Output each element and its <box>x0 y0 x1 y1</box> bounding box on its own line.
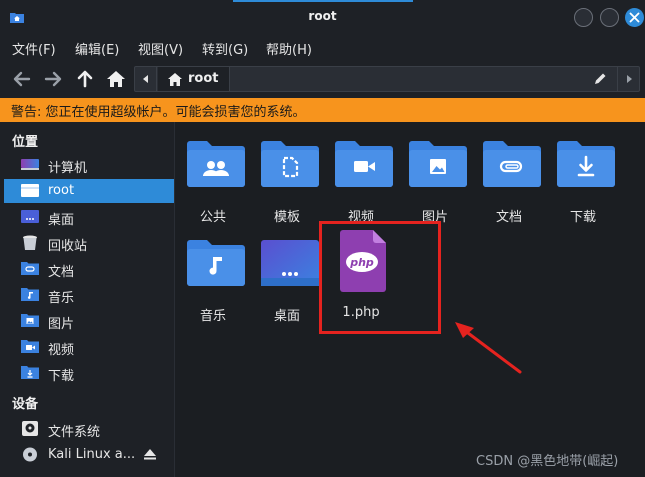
sidebar-item-music[interactable]: 音乐 <box>4 283 174 307</box>
sidebar-item-label: 下载 <box>48 369 75 384</box>
videos-folder-icon <box>21 340 39 353</box>
breadcrumb-root[interactable]: root <box>158 67 230 91</box>
trash-icon <box>23 235 37 250</box>
file-item[interactable]: 桌面 <box>252 226 322 324</box>
videos-folder-icon <box>335 141 393 187</box>
pencil-icon[interactable] <box>593 72 607 86</box>
documents-folder-icon <box>483 141 541 187</box>
sidebar-item-trash[interactable]: 回收站 <box>4 231 174 255</box>
computer-icon <box>21 159 39 170</box>
templates-folder-icon <box>261 141 319 187</box>
pictures-folder-icon <box>21 314 39 327</box>
sidebar-item-label: 视频 <box>48 343 75 358</box>
places-heading: 位置 <box>12 135 39 150</box>
path-bar: root <box>134 66 640 92</box>
file-label: 桌面 <box>273 309 300 324</box>
documents-folder-icon <box>21 262 39 275</box>
pictures-folder-icon <box>409 141 467 187</box>
music-folder-icon <box>21 288 39 301</box>
devices-heading: 设备 <box>12 397 39 412</box>
file-item[interactable]: 图片 <box>400 127 470 225</box>
sidebar-item-label: Kali Linux a... <box>48 447 136 462</box>
path-scroll-left-button[interactable] <box>135 67 157 91</box>
minimize-button[interactable] <box>574 8 593 27</box>
sidebar-item-videos[interactable]: 视频 <box>4 335 174 359</box>
menu-view[interactable]: 视图(V) <box>138 39 183 58</box>
annotation-highlight-box <box>319 221 441 334</box>
sidebar-item-filesystem[interactable]: 文件系统 <box>4 417 174 441</box>
sidebar-item-desktop[interactable]: 桌面 <box>4 205 174 229</box>
watermark: CSDN @黑色地带(崛起) <box>476 454 619 469</box>
desktop-folder-icon <box>261 240 319 286</box>
eject-icon[interactable] <box>144 449 156 460</box>
file-label: 模板 <box>273 210 300 225</box>
close-icon <box>629 12 640 23</box>
title-bar: root <box>0 0 645 34</box>
chevron-right-icon <box>627 75 632 83</box>
optical-disc-icon <box>23 447 37 462</box>
file-label: 下载 <box>569 210 596 225</box>
file-item[interactable]: 视频 <box>326 127 396 225</box>
sidebar: 位置 计算机 root 桌面 回收站 文档 音乐 图片 视频 下载 设备 文件系… <box>0 122 175 477</box>
file-item[interactable]: 音乐 <box>178 226 248 324</box>
sidebar-item-pictures[interactable]: 图片 <box>4 309 174 333</box>
back-arrow-icon[interactable] <box>12 69 32 89</box>
sidebar-item-computer[interactable]: 计算机 <box>4 153 174 177</box>
forward-arrow-icon[interactable] <box>43 69 63 89</box>
sidebar-item-label: 回收站 <box>48 239 88 254</box>
menu-file[interactable]: 文件(F) <box>12 39 56 58</box>
file-item[interactable]: 文档 <box>474 127 544 225</box>
desktop-folder-icon <box>21 210 39 223</box>
sidebar-item-label: root <box>48 183 75 198</box>
sidebar-item-documents[interactable]: 文档 <box>4 257 174 281</box>
sidebar-item-root[interactable]: root <box>4 179 174 203</box>
sidebar-item-label: 计算机 <box>48 161 88 176</box>
downloads-folder-icon <box>21 366 39 379</box>
menu-edit[interactable]: 编辑(E) <box>75 39 119 58</box>
menu-bar: 文件(F) 编辑(E) 视图(V) 转到(G) 帮助(H) <box>0 34 645 60</box>
menu-help[interactable]: 帮助(H) <box>266 39 312 58</box>
breadcrumb-label: root <box>188 71 219 86</box>
sidebar-item-downloads[interactable]: 下载 <box>4 361 174 385</box>
focus-indicator <box>233 0 413 2</box>
file-label: 文档 <box>495 210 522 225</box>
window-title: root <box>308 9 337 23</box>
file-item[interactable]: 公共 <box>178 127 248 225</box>
drive-icon <box>22 421 38 436</box>
home-icon[interactable] <box>106 69 126 89</box>
sidebar-item-label: 音乐 <box>48 291 75 306</box>
path-scroll-right-button[interactable] <box>617 67 639 91</box>
sidebar-item-label: 文件系统 <box>48 425 101 440</box>
downloads-folder-icon <box>557 141 615 187</box>
file-item[interactable]: 模板 <box>252 127 322 225</box>
sidebar-item-label: 图片 <box>48 317 75 332</box>
up-arrow-icon[interactable] <box>75 69 95 89</box>
music-folder-icon <box>187 240 245 286</box>
chevron-left-icon <box>143 75 148 83</box>
close-button[interactable] <box>625 8 644 27</box>
sidebar-item-label: 桌面 <box>48 213 75 228</box>
home-folder-icon <box>21 184 39 197</box>
file-item[interactable]: 下载 <box>548 127 618 225</box>
root-warning-banner: 警告: 您正在使用超级帐户。可能会损害您的系统。 <box>0 98 645 122</box>
maximize-button[interactable] <box>600 8 619 27</box>
public-folder-icon <box>187 141 245 187</box>
sidebar-item-kali-disc[interactable]: Kali Linux a... <box>4 443 174 467</box>
menu-go[interactable]: 转到(G) <box>202 39 248 58</box>
file-label: 音乐 <box>199 309 226 324</box>
sidebar-item-label: 文档 <box>48 265 75 280</box>
file-label: 公共 <box>199 210 226 225</box>
home-icon <box>168 73 182 86</box>
annotation-arrow-icon <box>455 322 522 374</box>
